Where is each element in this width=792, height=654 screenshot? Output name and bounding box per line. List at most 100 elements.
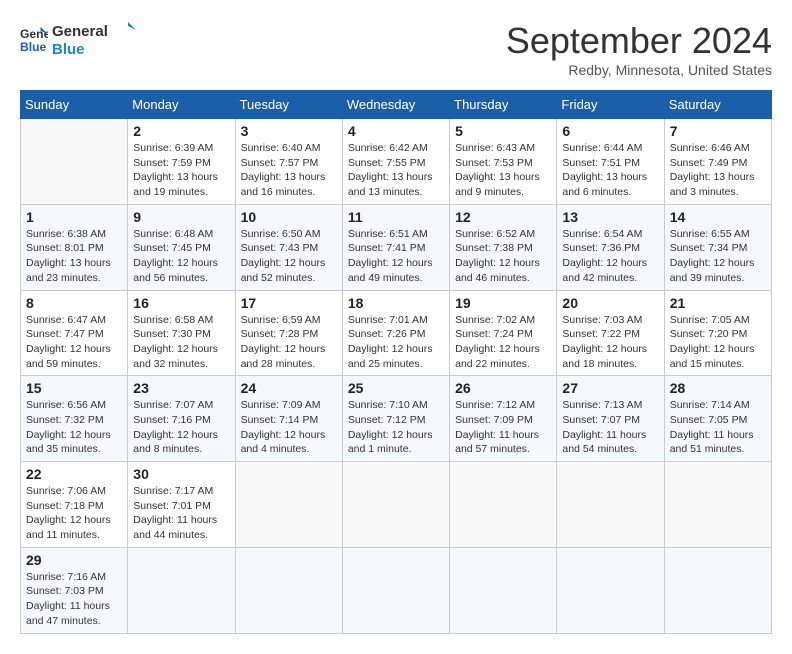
calendar-cell: 18 Sunrise: 7:01 AM Sunset: 7:26 PM Dayli… [342,290,449,376]
day-info: Sunrise: 7:05 AM Sunset: 7:20 PM Dayligh… [670,313,766,372]
calendar-cell: 8 Sunrise: 6:47 AM Sunset: 7:47 PM Daylig… [21,290,128,376]
calendar-cell: 30 Sunrise: 7:17 AM Sunset: 7:01 PM Dayli… [128,462,235,548]
col-header-thursday: Thursday [450,91,557,119]
calendar-row: 22 Sunrise: 7:06 AM Sunset: 7:18 PM Dayli… [21,462,772,548]
day-number: 13 [562,209,658,225]
calendar-cell [342,547,449,633]
page-header: General Blue General Blue September 2024… [20,20,772,78]
logo: General Blue General Blue [20,20,142,58]
day-info: Sunrise: 7:12 AM Sunset: 7:09 PM Dayligh… [455,398,551,457]
col-header-tuesday: Tuesday [235,91,342,119]
day-number: 20 [562,295,658,311]
day-info: Sunrise: 6:52 AM Sunset: 7:38 PM Dayligh… [455,227,551,286]
calendar-cell: 14 Sunrise: 6:55 AM Sunset: 7:34 PM Dayli… [664,204,771,290]
calendar-cell [557,462,664,548]
day-number: 1 [26,209,122,225]
day-number: 24 [241,380,337,396]
calendar-cell [235,462,342,548]
day-number: 12 [455,209,551,225]
calendar-cell [128,547,235,633]
col-header-friday: Friday [557,91,664,119]
day-number: 7 [670,123,766,139]
calendar-cell: 4Sunrise: 6:42 AM Sunset: 7:55 PM Daylig… [342,119,449,205]
calendar-cell [664,462,771,548]
calendar-cell [342,462,449,548]
day-info: Sunrise: 7:02 AM Sunset: 7:24 PM Dayligh… [455,313,551,372]
day-info: Sunrise: 6:39 AM Sunset: 7:59 PM Dayligh… [133,141,229,200]
day-number: 3 [241,123,337,139]
calendar-cell: 1Sunrise: 6:38 AM Sunset: 8:01 PM Daylig… [21,204,128,290]
calendar-cell: 15 Sunrise: 6:56 AM Sunset: 7:32 PM Dayli… [21,376,128,462]
day-info: Sunrise: 6:46 AM Sunset: 7:49 PM Dayligh… [670,141,766,200]
svg-text:General: General [20,27,48,41]
day-info: Sunrise: 6:50 AM Sunset: 7:43 PM Dayligh… [241,227,337,286]
calendar-cell [235,547,342,633]
logo-svg: General Blue [52,20,142,58]
calendar-cell [450,547,557,633]
calendar-cell: 16 Sunrise: 6:58 AM Sunset: 7:30 PM Dayli… [128,290,235,376]
day-number: 8 [26,295,122,311]
day-info: Sunrise: 6:48 AM Sunset: 7:45 PM Dayligh… [133,227,229,286]
day-info: Sunrise: 6:56 AM Sunset: 7:32 PM Dayligh… [26,398,122,457]
calendar-cell: 28Sunrise: 7:14 AM Sunset: 7:05 PM Dayli… [664,376,771,462]
day-number: 25 [348,380,444,396]
location: Redby, Minnesota, United States [506,62,772,78]
day-number: 10 [241,209,337,225]
day-info: Sunrise: 6:55 AM Sunset: 7:34 PM Dayligh… [670,227,766,286]
day-info: Sunrise: 7:16 AM Sunset: 7:03 PM Dayligh… [26,570,122,629]
day-number: 15 [26,380,122,396]
title-section: September 2024 Redby, Minnesota, United … [506,20,772,78]
day-info: Sunrise: 7:01 AM Sunset: 7:26 PM Dayligh… [348,313,444,372]
day-number: 22 [26,466,122,482]
calendar-cell: 21 Sunrise: 7:05 AM Sunset: 7:20 PM Dayli… [664,290,771,376]
day-number: 30 [133,466,229,482]
calendar-cell [21,119,128,205]
svg-text:Blue: Blue [20,40,47,53]
calendar-cell: 24 Sunrise: 7:09 AM Sunset: 7:14 PM Dayli… [235,376,342,462]
day-number: 19 [455,295,551,311]
calendar-cell: 9 Sunrise: 6:48 AM Sunset: 7:45 PM Daylig… [128,204,235,290]
calendar-cell: 3 Sunrise: 6:40 AM Sunset: 7:57 PM Daylig… [235,119,342,205]
calendar-cell: 10 Sunrise: 6:50 AM Sunset: 7:43 PM Dayli… [235,204,342,290]
calendar-cell: 22 Sunrise: 7:06 AM Sunset: 7:18 PM Dayli… [21,462,128,548]
col-header-monday: Monday [128,91,235,119]
day-number: 28 [670,380,766,396]
calendar-row: 2Sunrise: 6:39 AM Sunset: 7:59 PM Daylig… [21,119,772,205]
day-info: Sunrise: 7:07 AM Sunset: 7:16 PM Dayligh… [133,398,229,457]
day-number: 11 [348,209,444,225]
calendar-cell [664,547,771,633]
day-number: 16 [133,295,229,311]
day-number: 21 [670,295,766,311]
svg-text:General: General [52,23,108,40]
day-number: 18 [348,295,444,311]
day-info: Sunrise: 6:58 AM Sunset: 7:30 PM Dayligh… [133,313,229,372]
day-number: 23 [133,380,229,396]
day-info: Sunrise: 6:44 AM Sunset: 7:51 PM Dayligh… [562,141,658,200]
calendar-cell: 13 Sunrise: 6:54 AM Sunset: 7:36 PM Dayli… [557,204,664,290]
day-info: Sunrise: 7:17 AM Sunset: 7:01 PM Dayligh… [133,484,229,543]
calendar-cell: 12 Sunrise: 6:52 AM Sunset: 7:38 PM Dayli… [450,204,557,290]
day-number: 29 [26,552,122,568]
day-info: Sunrise: 6:51 AM Sunset: 7:41 PM Dayligh… [348,227,444,286]
day-number: 17 [241,295,337,311]
col-header-wednesday: Wednesday [342,91,449,119]
day-info: Sunrise: 7:13 AM Sunset: 7:07 PM Dayligh… [562,398,658,457]
day-info: Sunrise: 7:09 AM Sunset: 7:14 PM Dayligh… [241,398,337,457]
calendar-cell: 17Sunrise: 6:59 AM Sunset: 7:28 PM Dayli… [235,290,342,376]
day-info: Sunrise: 7:10 AM Sunset: 7:12 PM Dayligh… [348,398,444,457]
day-number: 14 [670,209,766,225]
day-number: 4 [348,123,444,139]
calendar-cell: 25 Sunrise: 7:10 AM Sunset: 7:12 PM Dayli… [342,376,449,462]
day-number: 9 [133,209,229,225]
calendar-cell: 19 Sunrise: 7:02 AM Sunset: 7:24 PM Dayli… [450,290,557,376]
calendar-cell: 27Sunrise: 7:13 AM Sunset: 7:07 PM Dayli… [557,376,664,462]
day-info: Sunrise: 7:06 AM Sunset: 7:18 PM Dayligh… [26,484,122,543]
day-number: 26 [455,380,551,396]
day-info: Sunrise: 6:40 AM Sunset: 7:57 PM Dayligh… [241,141,337,200]
logo-icon: General Blue [20,25,48,53]
day-number: 6 [562,123,658,139]
day-info: Sunrise: 6:54 AM Sunset: 7:36 PM Dayligh… [562,227,658,286]
calendar-cell: 2Sunrise: 6:39 AM Sunset: 7:59 PM Daylig… [128,119,235,205]
day-info: Sunrise: 6:47 AM Sunset: 7:47 PM Dayligh… [26,313,122,372]
calendar-row: 8 Sunrise: 6:47 AM Sunset: 7:47 PM Daylig… [21,290,772,376]
